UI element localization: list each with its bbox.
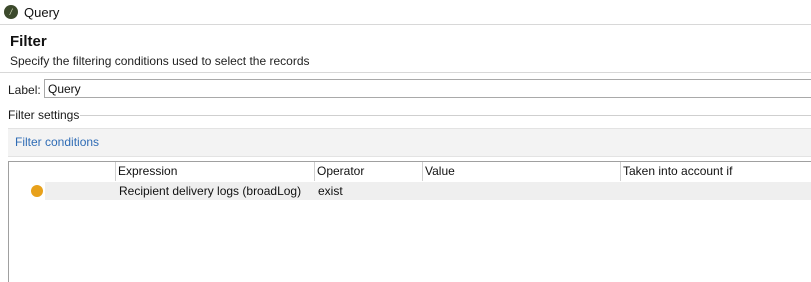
window-title: Query [24,4,60,20]
label-input[interactable] [44,79,811,98]
column-header-taken-into-account-if[interactable]: Taken into account if [621,162,811,181]
grid-header: Expression Operator Value Taken into acc… [9,162,811,181]
title-bar: / Query [0,0,811,24]
page-subtitle: Specify the filtering conditions used to… [10,54,310,68]
cell-operator: exist [318,184,343,198]
page-title: Filter [10,33,47,50]
label-caption: Label: [8,83,41,97]
column-header-value[interactable]: Value [423,162,621,181]
cell-value [424,182,616,200]
section-divider [80,115,811,116]
cell-expression: Recipient delivery logs (broadLog) [119,184,302,198]
orange-dot-icon [31,185,43,197]
table-row[interactable]: Recipient delivery logs (broadLog) exist [45,182,811,200]
column-header-expression[interactable]: Expression [116,162,315,181]
filter-settings-legend: Filter settings [8,108,80,122]
app-logo-icon: / [4,5,18,19]
tab-filter-conditions[interactable]: Filter conditions [15,135,99,149]
tab-bar: Filter conditions [8,128,811,157]
label-row: Label: [0,79,811,101]
header-area: Filter Specify the filtering conditions … [0,24,811,73]
cell-taken-into-account-if [622,182,804,200]
conditions-grid: Expression Operator Value Taken into acc… [8,161,811,282]
column-header-operator[interactable]: Operator [315,162,423,181]
column-header-status[interactable] [9,162,116,181]
